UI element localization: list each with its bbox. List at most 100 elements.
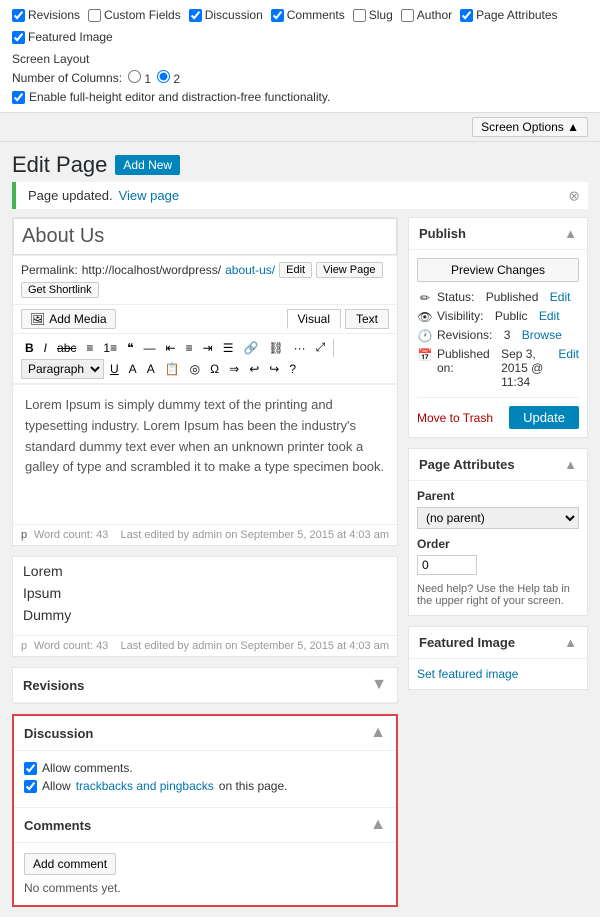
trackbacks-link[interactable]: trackbacks and pingbacks [76, 779, 214, 793]
cb-author[interactable]: Author [401, 8, 452, 22]
col2-radio[interactable]: 2 [157, 70, 180, 86]
page-title-input[interactable] [13, 218, 397, 255]
page-attributes-toggle-icon: ▲ [564, 457, 577, 472]
cb-page-attributes[interactable]: Page Attributes [460, 8, 557, 22]
unordered-list-button[interactable]: ≡ [82, 339, 97, 357]
cb-slug[interactable]: Slug [353, 8, 393, 22]
align-right-button[interactable]: ⇥ [199, 339, 217, 357]
strikethrough-button[interactable]: abc [53, 339, 80, 357]
comments-body: Add comment No comments yet. [14, 843, 396, 905]
get-shortlink-button[interactable]: Get Shortlink [21, 282, 99, 298]
published-edit-link[interactable]: Edit [558, 347, 579, 361]
format-divider [333, 339, 334, 357]
move-to-trash-link[interactable]: Move to Trash [417, 411, 493, 425]
publish-body: Preview Changes ✏ Status: Published Edit… [409, 250, 587, 437]
permalink-base: http://localhost/wordpress/ [82, 263, 221, 277]
discussion-metabox: Discussion ▲ Allow comments. Allow track… [12, 714, 398, 907]
page-attributes-metabox: Page Attributes ▲ Parent (no parent) Ord… [408, 448, 588, 616]
indent-button[interactable]: ⇒ [225, 360, 243, 378]
align-center-button[interactable]: ≡ [182, 339, 197, 357]
revisions-header[interactable]: Revisions ▼ [13, 668, 397, 703]
set-featured-image-link[interactable]: Set featured image [409, 659, 587, 689]
revisions-count: 3 [504, 328, 511, 342]
italic-button[interactable]: I [40, 339, 51, 357]
view-page-button[interactable]: View Page [316, 262, 382, 278]
tab-text[interactable]: Text [345, 309, 389, 329]
order-input[interactable] [417, 555, 477, 575]
redo-button[interactable]: ↪ [265, 360, 283, 378]
page-updated-text: Page updated. [28, 188, 113, 203]
permalink-link[interactable]: about-us/ [225, 263, 275, 277]
add-new-button[interactable]: Add New [115, 155, 180, 175]
add-media-icon: 🖼 [30, 312, 45, 326]
cb-revisions[interactable]: Revisions [12, 8, 80, 22]
comments-toggle-icon: ▲ [370, 816, 386, 834]
right-column: Publish ▲ Preview Changes ✏ Status: Publ… [408, 217, 588, 917]
text-items-box: Lorem Ipsum Dummy p Word count: 43 Last … [12, 556, 398, 657]
comments-header[interactable]: Comments ▲ [14, 808, 396, 843]
preview-changes-button[interactable]: Preview Changes [417, 258, 579, 282]
add-media-button[interactable]: 🖼 Add Media [21, 309, 116, 329]
parent-select[interactable]: (no parent) [417, 507, 579, 529]
page-updated-notice: Page updated. View page ⊗ [12, 182, 588, 209]
allow-trackbacks-checkbox[interactable] [24, 780, 37, 793]
on-this-page-text: on this page. [219, 779, 288, 793]
no-comments-text: No comments yet. [24, 881, 386, 895]
revisions-icon: 🕐 [417, 329, 433, 343]
screen-layout: Screen Layout Number of Columns: 1 2 Ena… [12, 52, 588, 104]
editor-path2: p [21, 640, 27, 652]
cb-comments[interactable]: Comments [271, 8, 345, 22]
publish-header: Publish ▲ [409, 218, 587, 250]
screen-options-button[interactable]: Screen Options ▲ [472, 117, 588, 137]
ordered-list-button[interactable]: 1≡ [99, 339, 121, 357]
edit-permalink-button[interactable]: Edit [279, 262, 312, 278]
link-button[interactable]: 🔗 [239, 339, 262, 357]
left-column: Permalink: http://localhost/wordpress/ab… [12, 217, 398, 917]
bold-button[interactable]: B [21, 339, 38, 357]
publish-status-row: ✏ Status: Published Edit [417, 290, 579, 305]
clear-button[interactable]: ◎ [186, 360, 204, 378]
special-char-button[interactable]: Ω [206, 360, 223, 378]
hr-button[interactable]: — [140, 339, 160, 357]
screen-layout-label: Screen Layout [12, 52, 588, 66]
col1-radio[interactable]: 1 [128, 70, 151, 86]
help-button[interactable]: ? [285, 360, 300, 378]
page-attributes-body: Parent (no parent) Order Need help? Use … [409, 481, 587, 615]
tab-visual[interactable]: Visual [287, 309, 341, 329]
discussion-body: Allow comments. Allow trackbacks and pin… [14, 751, 396, 807]
align-left-button[interactable]: ⇤ [162, 339, 180, 357]
close-notice-icon[interactable]: ⊗ [568, 187, 580, 204]
fullheight-checkbox[interactable]: Enable full-height editor and distractio… [12, 90, 588, 104]
publish-visibility-row: 👁 Visibility: Public Edit [417, 309, 579, 324]
paste-button[interactable]: 📋 [161, 360, 184, 378]
cb-custom-fields[interactable]: Custom Fields [88, 8, 181, 22]
allow-comments-checkbox[interactable] [24, 762, 37, 775]
revisions-metabox: Revisions ▼ [12, 667, 398, 704]
visibility-edit-link[interactable]: Edit [539, 309, 560, 323]
revisions-browse-link[interactable]: Browse [522, 328, 562, 342]
unlink-button[interactable]: ⛓ [264, 339, 287, 357]
blockquote-button[interactable]: ❝ [123, 339, 137, 357]
undo-button[interactable]: ↩ [245, 360, 263, 378]
columns-selector: Number of Columns: 1 2 [12, 70, 588, 86]
page-attributes-header: Page Attributes ▲ [409, 449, 587, 481]
view-page-link[interactable]: View page [119, 188, 179, 203]
align-justify-button[interactable]: ☰ [219, 339, 238, 357]
editor-content-area[interactable]: Lorem Ipsum is simply dummy text of the … [13, 384, 397, 524]
insert-more-button[interactable]: ··· [290, 339, 310, 357]
cb-discussion[interactable]: Discussion [189, 8, 263, 22]
text-color-button[interactable]: A [143, 360, 159, 378]
status-edit-link[interactable]: Edit [550, 290, 571, 304]
underline-button[interactable]: U [106, 360, 123, 378]
justify-button[interactable]: A [125, 360, 141, 378]
discussion-toggle-icon: ▲ [370, 724, 386, 742]
paragraph-select[interactable]: Paragraph [21, 359, 104, 379]
fullscreen-button[interactable]: ⤢ [312, 338, 330, 357]
update-button[interactable]: Update [509, 406, 579, 429]
cb-featured-image[interactable]: Featured Image [12, 30, 113, 44]
add-comment-button[interactable]: Add comment [24, 853, 116, 875]
comments-title: Comments [24, 818, 91, 833]
format-bar: B I abc ≡ 1≡ ❝ — ⇤ ≡ ⇥ ☰ 🔗 ⛓ ··· ⤢ Parag… [13, 333, 397, 384]
discussion-header[interactable]: Discussion ▲ [14, 716, 396, 751]
page-attributes-title: Page Attributes [419, 457, 515, 472]
